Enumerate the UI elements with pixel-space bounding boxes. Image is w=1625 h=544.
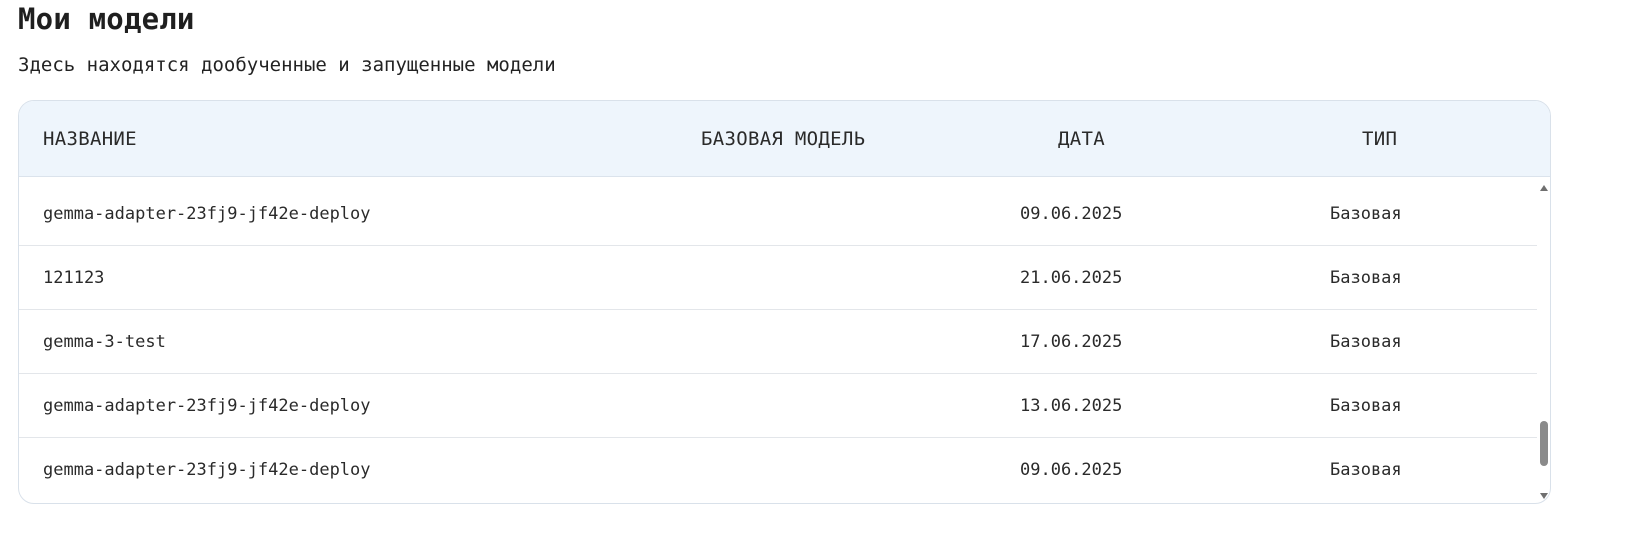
cell-date: 13.06.2025 [1020, 396, 1123, 416]
cell-date: 17.06.2025 [1020, 332, 1123, 352]
cell-name: gemma-adapter-23fj9-jf42e-deploy [43, 396, 371, 416]
table-row[interactable]: 121123 21.06.2025 Базовая [19, 246, 1537, 310]
cell-type: Базовая [1330, 460, 1402, 480]
table-row[interactable]: gemma-3-test 17.06.2025 Базовая [19, 310, 1537, 374]
table-header: НАЗВАНИЕ БАЗОВАЯ МОДЕЛЬ ДАТА ТИП [19, 101, 1550, 177]
cell-type: Базовая [1330, 268, 1402, 288]
table-body[interactable]: gemma-adapter-23fj9-jf42e-deploy 09.06.2… [19, 182, 1537, 503]
column-header-name[interactable]: НАЗВАНИЕ [43, 101, 137, 177]
table-row[interactable]: gemma-adapter-23fj9-jf42e-deploy 09.06.2… [19, 438, 1537, 502]
cell-name: gemma-adapter-23fj9-jf42e-deploy [43, 460, 371, 480]
cell-name: gemma-adapter-23fj9-jf42e-deploy [43, 204, 371, 224]
page-subtitle: Здесь находятся дообученные и запущенные… [18, 54, 556, 76]
triangle-down-icon[interactable] [1540, 493, 1548, 499]
cell-date: 21.06.2025 [1020, 268, 1123, 288]
cell-type: Базовая [1330, 204, 1402, 224]
cell-type: Базовая [1330, 332, 1402, 352]
scroll-thumb[interactable] [1540, 421, 1548, 466]
table-scrollbar[interactable] [1537, 182, 1550, 503]
page-title: Мои модели [18, 2, 195, 36]
column-header-date[interactable]: ДАТА [1058, 101, 1105, 177]
column-header-type[interactable]: ТИП [1362, 101, 1397, 177]
column-header-base-model[interactable]: БАЗОВАЯ МОДЕЛЬ [701, 101, 865, 177]
cell-name: 121123 [43, 268, 105, 288]
cell-name: gemma-3-test [43, 332, 166, 352]
models-table: НАЗВАНИЕ БАЗОВАЯ МОДЕЛЬ ДАТА ТИП gemma-a… [18, 100, 1551, 504]
cell-date: 09.06.2025 [1020, 204, 1123, 224]
cell-date: 09.06.2025 [1020, 460, 1123, 480]
triangle-up-icon[interactable] [1540, 185, 1548, 191]
table-row[interactable]: gemma-adapter-23fj9-jf42e-deploy 13.06.2… [19, 374, 1537, 438]
table-row[interactable]: gemma-adapter-23fj9-jf42e-deploy 09.06.2… [19, 182, 1537, 246]
cell-type: Базовая [1330, 396, 1402, 416]
